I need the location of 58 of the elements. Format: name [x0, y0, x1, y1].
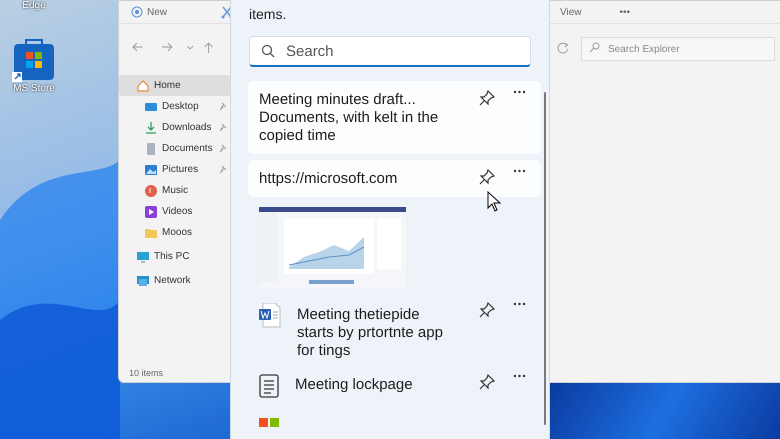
more-options-button[interactable]: [513, 90, 526, 94]
clipboard-item[interactable]: Meeting thetiepide starts by prtortnte app for tings: [248, 298, 541, 364]
item-text: Meeting lockpage: [295, 376, 414, 394]
pin-icon: [479, 90, 495, 106]
document-icon: [259, 374, 279, 398]
navigation-arrows-icon: [131, 41, 214, 54]
sidebar-item[interactable]: Downloads: [119, 117, 231, 138]
more-options-button[interactable]: [513, 302, 526, 306]
item-text: Meeting minutes draft... Documents, with kelt in the copied time: [259, 91, 440, 145]
mouse-cursor-icon: [487, 191, 501, 212]
refresh-icon: [557, 40, 571, 54]
sidebar-item[interactable]: Videos: [119, 201, 231, 222]
documents-icon: [145, 142, 157, 154]
notice-text: items.: [249, 5, 288, 23]
pictures-icon: [145, 164, 157, 176]
desktop-icon: [145, 100, 157, 112]
pin-icon: [479, 374, 495, 390]
item-text: Meeting thetiepide starts by prtortnte app for tings: [297, 306, 444, 360]
store-icon: [12, 38, 56, 83]
more-icon: [513, 169, 526, 173]
sidebar-item[interactable]: Documents: [119, 138, 231, 159]
more-icon: [513, 374, 526, 378]
search-field[interactable]: Search: [249, 36, 531, 67]
sidebar-item[interactable]: Pictures: [119, 159, 231, 180]
sidebar-item[interactable]: Desktop: [119, 96, 231, 117]
clipboard-item[interactable]: Meeting minutes draft... Documents, with kelt in the copied time: [248, 81, 541, 154]
clipboard-item[interactable]: https://microsoft.com: [248, 160, 541, 197]
scrollbar[interactable]: [544, 92, 546, 425]
more-icon: [513, 90, 526, 94]
videos-icon: [145, 206, 157, 218]
pin-icon: [479, 302, 495, 318]
more-button[interactable]: •••: [620, 4, 630, 20]
sidebar-item[interactable]: Mooos: [119, 222, 231, 243]
network-icon: [137, 274, 149, 286]
pc-icon: [137, 250, 149, 262]
more-options-button[interactable]: [513, 169, 526, 173]
new-button[interactable]: New: [131, 4, 168, 20]
music-icon: [145, 184, 157, 196]
word-document-icon: [259, 303, 281, 328]
status-text: 10 items: [129, 366, 164, 380]
more-options-button[interactable]: [513, 374, 526, 378]
clipboard-item[interactable]: Meeting lockpage: [248, 370, 541, 402]
search-icon: [589, 42, 600, 52]
sidebar-item[interactable]: Music: [119, 180, 231, 201]
pin-icon: [479, 169, 495, 185]
windows-logo-icon: [259, 418, 279, 427]
search-icon: [261, 44, 275, 58]
sidebar-item[interactable]: This PC: [119, 246, 231, 267]
more-icon: [513, 302, 526, 306]
sidebar-item[interactable]: Home: [119, 75, 231, 96]
home-icon: [137, 80, 149, 92]
item-text: https://microsoft.com: [259, 170, 398, 188]
plus-circle-icon: [131, 6, 143, 18]
folder-icon: [145, 226, 157, 238]
sidebar-item[interactable]: Network: [119, 270, 231, 291]
download-icon: [145, 122, 157, 134]
search-explorer-field[interactable]: Search Explorer: [581, 37, 775, 61]
view-button[interactable]: View: [560, 4, 582, 20]
